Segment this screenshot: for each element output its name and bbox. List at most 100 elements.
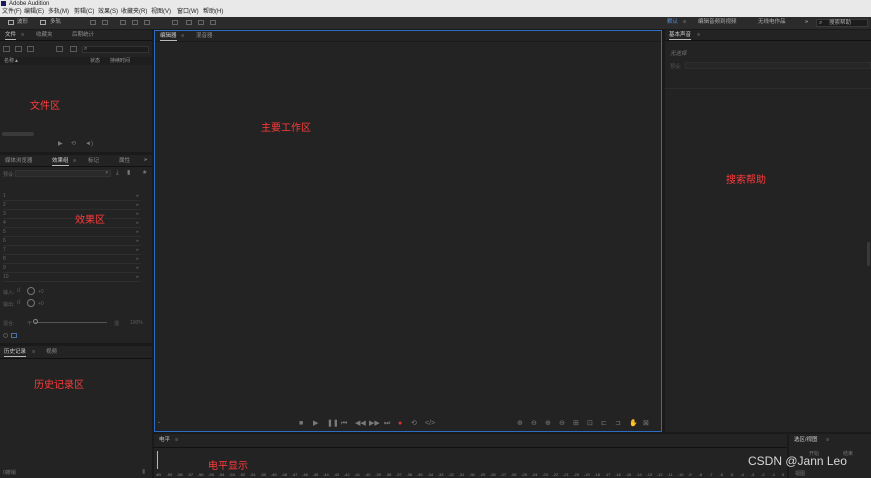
fast-forward-icon[interactable]: ▶▶ xyxy=(369,420,380,427)
search-help-input[interactable]: ⌕ 搜索帮助 xyxy=(816,19,868,27)
slip-tool-icon[interactable] xyxy=(144,20,150,25)
new-file-icon[interactable] xyxy=(27,46,34,52)
effect-slot[interactable]: 4 ▸ xyxy=(3,219,141,228)
skip-selection-icon[interactable]: </> xyxy=(425,420,435,427)
chevron-right-icon[interactable]: ▸ xyxy=(136,219,139,227)
play-icon[interactable]: ▶ xyxy=(313,420,318,427)
chevron-right-icon[interactable]: ▸ xyxy=(136,228,139,236)
loop-icon[interactable]: ⟲ xyxy=(71,141,76,148)
menu-window[interactable]: 窗口(W) xyxy=(177,9,199,16)
favorite-icon[interactable]: ★ xyxy=(142,170,147,177)
tab-favorites[interactable]: 收藏夹 xyxy=(36,32,53,39)
power-icon[interactable] xyxy=(3,333,8,338)
move-tool-icon[interactable] xyxy=(120,20,126,25)
workspace-edit-video[interactable]: 编辑音频到视频 xyxy=(698,19,737,26)
hand-icon[interactable]: ✋ xyxy=(629,420,638,427)
chevron-right-icon[interactable]: ▸ xyxy=(136,246,139,254)
razor-tool-icon[interactable] xyxy=(132,20,138,25)
multitrack-view-button[interactable]: 多轨 xyxy=(50,19,61,26)
tab-mixer[interactable]: 混音器 xyxy=(196,33,213,40)
delete-icon[interactable] xyxy=(70,46,77,52)
insert-icon[interactable] xyxy=(56,46,63,52)
chevron-right-icon[interactable]: ▸ xyxy=(136,255,139,263)
spectral-pitch-icon[interactable] xyxy=(102,20,108,25)
essential-sound-scrollbar[interactable] xyxy=(867,242,870,266)
menu-view[interactable]: 视图(V) xyxy=(151,9,171,16)
panel-menu-icon[interactable]: ≡ xyxy=(21,32,24,39)
preset-dropdown[interactable] xyxy=(685,62,871,69)
spot-healing-icon[interactable] xyxy=(210,20,216,25)
zoom-in-amplitude-icon[interactable]: ⊕ xyxy=(517,420,523,427)
menu-edit[interactable]: 编辑(E) xyxy=(24,9,44,16)
chevron-right-icon[interactable]: ▸ xyxy=(136,201,139,209)
zoom-reset-icon[interactable]: ⊠ xyxy=(643,420,649,427)
go-to-end-icon[interactable]: ⏭ xyxy=(384,420,390,427)
tab-effects-rack[interactable]: 效果组 xyxy=(52,158,69,166)
panel-menu-icon[interactable]: ≡ xyxy=(32,349,35,356)
panel-menu-icon[interactable]: ≡ xyxy=(826,437,829,444)
workspace-menu-icon[interactable]: ≡ xyxy=(683,19,686,26)
panel-menu-icon[interactable]: ≡ xyxy=(73,158,76,165)
zoom-out-amplitude-icon[interactable]: ⊖ xyxy=(531,420,537,427)
chevron-right-icon[interactable]: ▸ xyxy=(136,273,139,281)
menu-clip[interactable]: 剪辑(C) xyxy=(74,9,94,16)
pause-icon[interactable]: ❚❚ xyxy=(327,420,339,427)
rewind-icon[interactable]: ◀◀ xyxy=(355,420,366,427)
mix-slider-handle[interactable] xyxy=(33,319,38,324)
effect-slot[interactable]: 1 ▸ xyxy=(3,192,141,201)
play-icon[interactable]: ▶ xyxy=(58,141,63,148)
tab-markers[interactable]: 标记 xyxy=(88,158,99,165)
menu-help[interactable]: 帮助(H) xyxy=(203,9,223,16)
effect-slot[interactable]: 5 ▸ xyxy=(3,228,141,237)
tab-essential-sound[interactable]: 基本声音 xyxy=(669,32,692,40)
brush-icon[interactable] xyxy=(198,20,204,25)
mix-slider[interactable] xyxy=(35,322,107,323)
tab-properties[interactable]: 属性 xyxy=(119,158,130,165)
trash-icon[interactable]: ▮ xyxy=(142,468,145,475)
open-file-icon[interactable] xyxy=(3,46,10,52)
column-name[interactable]: 名称 xyxy=(4,57,14,65)
zoom-in-time-icon[interactable]: ⊕ xyxy=(545,420,551,427)
effect-slot[interactable]: 6 ▸ xyxy=(3,237,141,246)
editor-panel[interactable]: 编辑器 ≡ 混音器 主要工作区 ▪ ■ ▶ ❚❚ ⏮ ◀◀ ▶▶ ⏭ ● ⟲ <… xyxy=(154,30,662,432)
lasso-icon[interactable] xyxy=(186,20,192,25)
column-status[interactable]: 状态 xyxy=(90,57,100,65)
chevron-right-icon[interactable]: ▸ xyxy=(136,210,139,218)
tab-files[interactable]: 文件 xyxy=(5,32,17,40)
more-workspaces-icon[interactable]: » xyxy=(805,19,808,26)
menu-multitrack[interactable]: 多轨(M) xyxy=(48,9,69,16)
zoom-full-icon[interactable]: ⊞ xyxy=(573,420,579,427)
files-scrollbar[interactable] xyxy=(2,132,34,136)
go-to-start-icon[interactable]: ⏮ xyxy=(341,420,347,427)
input-gain-knob[interactable] xyxy=(27,287,35,295)
zoom-right-icon[interactable]: ⊐ xyxy=(615,420,621,427)
chevron-right-icon[interactable]: ▸ xyxy=(136,264,139,272)
waveform-view-button[interactable]: 波形 xyxy=(17,19,28,26)
spectral-display-icon[interactable] xyxy=(90,20,96,25)
chevron-right-icon[interactable]: ▸ xyxy=(136,237,139,245)
more-tabs-icon[interactable]: » xyxy=(144,157,147,164)
effect-slot[interactable]: 10 ▸ xyxy=(3,273,141,282)
panel-menu-icon[interactable]: ≡ xyxy=(697,32,700,39)
tab-stats[interactable]: 后期统计 xyxy=(72,32,94,39)
zoom-selection-icon[interactable]: ⊡ xyxy=(587,420,593,427)
menu-favorites[interactable]: 收藏夹(R) xyxy=(121,9,147,16)
autoplay-icon[interactable]: ◄) xyxy=(85,141,93,148)
effect-slot[interactable]: 7 ▸ xyxy=(3,246,141,255)
tab-editor[interactable]: 编辑器 xyxy=(160,33,177,41)
loop-icon[interactable]: ⟲ xyxy=(411,420,417,427)
chevron-right-icon[interactable]: ▸ xyxy=(136,192,139,200)
column-duration[interactable]: 持续时间 xyxy=(110,57,130,65)
tab-levels[interactable]: 电平 xyxy=(159,437,170,444)
workspace-radio[interactable]: 无线电作品 xyxy=(758,19,786,26)
tab-history[interactable]: 历史记录 xyxy=(4,349,27,357)
time-selection-icon[interactable] xyxy=(172,20,178,25)
zoom-left-icon[interactable]: ⊏ xyxy=(601,420,607,427)
tab-media-browser[interactable]: 媒体浏览器 xyxy=(5,158,33,165)
panel-menu-icon[interactable]: ≡ xyxy=(175,437,178,444)
effect-slot[interactable]: 8 ▸ xyxy=(3,255,141,264)
tab-selection-view[interactable]: 选区/视图 xyxy=(794,437,818,444)
effect-slot[interactable]: 9 ▸ xyxy=(3,264,141,273)
effect-slot[interactable]: 2 ▸ xyxy=(3,201,141,210)
import-file-icon[interactable] xyxy=(15,46,22,52)
